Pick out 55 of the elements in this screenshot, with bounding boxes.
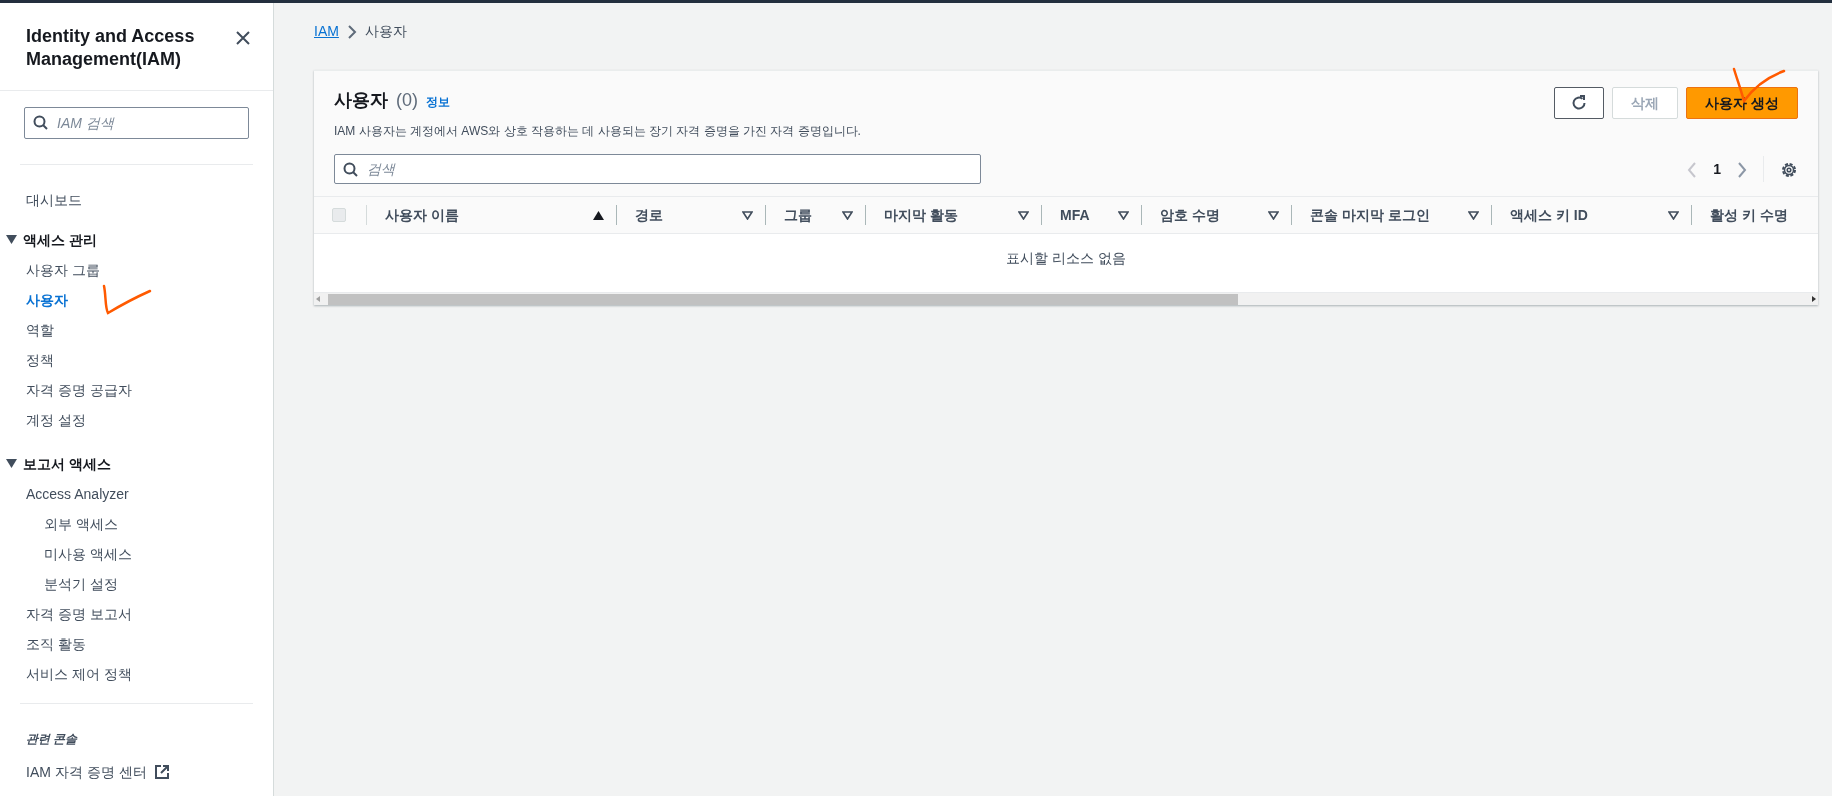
nav-link[interactable]: 계정 설정 xyxy=(26,404,273,435)
nav-link[interactable]: 서비스 제어 정책 xyxy=(26,658,273,689)
nav-link[interactable]: 외부 액세스 xyxy=(26,508,273,539)
nav-link[interactable]: 분석기 설정 xyxy=(26,568,273,599)
panel-title: 사용자 xyxy=(334,89,388,112)
scroll-left-icon xyxy=(314,295,322,303)
caret-icon xyxy=(6,459,17,469)
nav-link[interactable]: 정책 xyxy=(26,344,273,375)
external-link-icon xyxy=(154,764,169,779)
nav-link[interactable]: Access Analyzer xyxy=(26,478,273,509)
search-field[interactable]: 검색 xyxy=(334,154,981,184)
search-field[interactable]: IAM 검색 xyxy=(24,106,249,139)
select-all-checkbox[interactable] xyxy=(332,208,346,222)
info-link[interactable]: 정보 xyxy=(426,93,450,111)
settings-icon xyxy=(1780,160,1798,179)
horizontal-scrollbar[interactable] xyxy=(314,292,1818,305)
nav-link[interactable]: 역할 xyxy=(26,314,273,345)
scroll-right-icon xyxy=(1810,295,1818,303)
column-header[interactable]: MFA xyxy=(1060,204,1090,226)
search-icon xyxy=(343,161,358,177)
nav-link[interactable]: 대시보드 xyxy=(26,184,273,215)
caret-icon xyxy=(6,235,17,245)
breadcrumb-current: 사용자 xyxy=(364,22,407,41)
section-header[interactable]: 액세스 관리 xyxy=(23,224,97,255)
refresh-icon xyxy=(1571,95,1588,111)
chevron-left-icon xyxy=(1687,161,1698,178)
chevron-right-icon xyxy=(346,24,357,39)
column-header[interactable]: 암호 수명 xyxy=(1160,204,1220,226)
nav-link[interactable]: 사용자 xyxy=(26,284,273,315)
related-heading: 관련 콘솔 xyxy=(26,730,79,748)
search-icon xyxy=(33,115,48,131)
user-count: (0) xyxy=(396,89,418,112)
nav-link[interactable]: 자격 증명 공급자 xyxy=(26,374,273,405)
column-header[interactable]: 마지막 활동 xyxy=(884,204,958,226)
chevron-right-icon xyxy=(1737,161,1747,178)
create-user-button[interactable]: 사용자 생성 xyxy=(1686,87,1798,119)
column-header[interactable]: 경로 xyxy=(635,204,663,226)
refresh-button[interactable] xyxy=(1554,87,1605,119)
page-number[interactable]: 1 xyxy=(1713,158,1721,180)
column-header[interactable]: 사용자 이름 xyxy=(385,204,459,226)
nav-link[interactable]: 자격 증명 보고서 xyxy=(26,598,273,629)
column-header[interactable]: 활성 키 수명 xyxy=(1710,204,1788,226)
column-header[interactable]: 액세스 키 ID xyxy=(1510,204,1588,226)
section-header[interactable]: 보고서 액세스 xyxy=(23,448,111,479)
column-header[interactable]: 그룹 xyxy=(784,204,812,226)
nav-link[interactable]: 조직 활동 xyxy=(26,628,273,659)
nav-link[interactable]: 사용자 그룹 xyxy=(26,254,273,285)
external-link[interactable]: IAM 자격 증명 센터 xyxy=(26,759,169,784)
sidebar-title: Identity and Access Management(IAM) xyxy=(26,25,196,72)
breadcrumb-link[interactable]: IAM xyxy=(314,21,339,42)
nav-link[interactable]: 미사용 액세스 xyxy=(26,538,273,569)
column-header[interactable]: 콘솔 마지막 로그인 xyxy=(1310,204,1430,226)
panel-description: IAM 사용자는 계정에서 AWS와 상호 작용하는 데 사용되는 장기 자격 증명을 가진 자격 증명입니다. xyxy=(334,123,861,140)
close-icon xyxy=(235,29,251,46)
empty-message: 표시할 리소스 없음 xyxy=(1006,250,1126,266)
